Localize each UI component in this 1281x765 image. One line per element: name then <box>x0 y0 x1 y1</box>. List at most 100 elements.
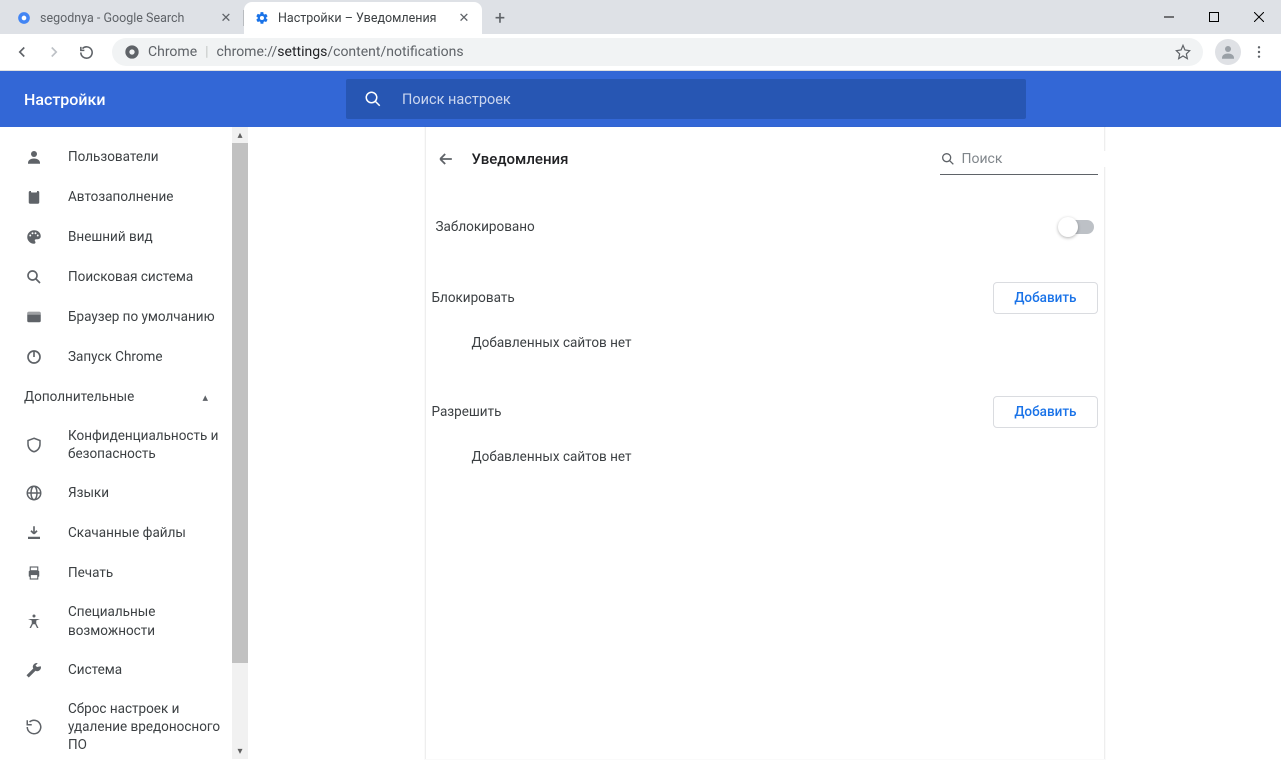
address-bar[interactable]: Chrome | chrome://settings/content/notif… <box>112 38 1203 66</box>
close-icon[interactable]: ✕ <box>218 10 234 26</box>
sidebar-item-autofill[interactable]: Автозаполнение <box>0 177 232 217</box>
sidebar-item-system[interactable]: Система <box>0 650 232 690</box>
sidebar-item-appearance[interactable]: Внешний вид <box>0 217 232 257</box>
tab-title: Настройки – Уведомления <box>278 11 450 26</box>
url-separator: | <box>205 44 208 60</box>
scroll-up-icon[interactable]: ▴ <box>232 127 248 143</box>
main-panel-wrap: Уведомления Заблокировано Блокировать До… <box>248 127 1281 759</box>
google-favicon <box>16 10 32 26</box>
close-window-button[interactable] <box>1236 0 1281 34</box>
sidebar-item-label: Внешний вид <box>68 228 153 246</box>
sidebar-item-startup[interactable]: Запуск Chrome <box>0 337 232 377</box>
block-empty-text: Добавленных сайтов нет <box>432 327 1098 365</box>
sidebar-wrap: Пользователи Автозаполнение Внешний вид … <box>0 127 248 759</box>
blocked-toggle[interactable] <box>1060 220 1094 234</box>
blocked-toggle-row: Заблокировано <box>432 191 1098 251</box>
print-icon <box>24 563 44 583</box>
sidebar-item-label: Пользователи <box>68 148 159 166</box>
sidebar-advanced-label: Дополнительные <box>24 389 134 405</box>
bookmark-star-icon[interactable] <box>1175 44 1191 60</box>
settings-search[interactable] <box>346 79 1026 119</box>
sidebar-item-default-browser[interactable]: Браузер по умолчанию <box>0 297 232 337</box>
chevron-up-icon: ▴ <box>202 391 208 404</box>
settings-panel: Уведомления Заблокировано Блокировать До… <box>425 127 1105 759</box>
panel-header: Уведомления <box>432 127 1098 191</box>
sidebar-scrollbar[interactable]: ▴ ▾ <box>232 127 248 759</box>
block-section-header: Блокировать Добавить <box>432 269 1098 327</box>
sidebar-item-label: Браузер по умолчанию <box>68 308 215 326</box>
chrome-icon <box>124 44 140 60</box>
sidebar-item-label: Автозаполнение <box>68 188 173 206</box>
toggle-knob <box>1058 217 1078 237</box>
panel-filter-input[interactable] <box>962 151 1140 167</box>
globe-icon <box>24 483 44 503</box>
sidebar: Пользователи Автозаполнение Внешний вид … <box>0 127 232 765</box>
search-icon <box>24 267 44 287</box>
tab-inactive[interactable]: segodnya - Google Search ✕ <box>6 2 244 34</box>
sidebar-item-print[interactable]: Печать <box>0 553 232 593</box>
tab-title: segodnya - Google Search <box>40 11 212 26</box>
window-controls <box>1146 0 1281 34</box>
allow-empty-text: Добавленных сайтов нет <box>432 441 1098 479</box>
url-scheme-label: Chrome <box>148 44 197 60</box>
sidebar-item-users[interactable]: Пользователи <box>0 137 232 177</box>
back-button[interactable] <box>8 38 36 66</box>
reload-button[interactable] <box>72 38 100 66</box>
power-icon <box>24 347 44 367</box>
new-tab-button[interactable]: + <box>486 4 514 32</box>
download-icon <box>24 523 44 543</box>
page-title: Настройки <box>24 90 346 109</box>
shield-icon <box>24 435 44 455</box>
sidebar-item-label: Запуск Chrome <box>68 348 163 366</box>
sidebar-item-label: Сброс настроек и удаление вредоносного П… <box>68 700 232 755</box>
panel-title: Уведомления <box>472 150 569 168</box>
minimize-button[interactable] <box>1146 0 1191 34</box>
tab-strip: segodnya - Google Search ✕ Настройки – У… <box>0 0 1281 34</box>
palette-icon <box>24 227 44 247</box>
profile-avatar[interactable] <box>1215 39 1241 65</box>
sidebar-item-label: Система <box>68 661 122 679</box>
close-icon[interactable]: ✕ <box>456 10 472 26</box>
sidebar-item-label: Скачанные файлы <box>68 524 186 542</box>
sidebar-item-search[interactable]: Поисковая система <box>0 257 232 297</box>
block-section-title: Блокировать <box>432 290 515 306</box>
panel-filter[interactable] <box>940 143 1098 175</box>
allow-section-header: Разрешить Добавить <box>432 383 1098 441</box>
kebab-menu-icon[interactable] <box>1245 38 1273 66</box>
settings-header: Настройки <box>0 71 1281 127</box>
panel-back-button[interactable] <box>428 141 464 177</box>
add-allow-button[interactable]: Добавить <box>993 396 1097 428</box>
wrench-icon <box>24 660 44 680</box>
sidebar-item-privacy[interactable]: Конфиденциальность и безопасность <box>0 417 232 473</box>
browser-toolbar: Chrome | chrome://settings/content/notif… <box>0 34 1281 71</box>
settings-search-input[interactable] <box>402 91 1008 108</box>
restore-icon <box>24 717 44 737</box>
sidebar-item-reset[interactable]: Сброс настроек и удаление вредоносного П… <box>0 690 232 765</box>
blocked-label: Заблокировано <box>436 219 535 235</box>
forward-button[interactable] <box>40 38 68 66</box>
settings-favicon <box>254 10 270 26</box>
block-section: Блокировать Добавить Добавленных сайтов … <box>432 269 1098 365</box>
sidebar-item-downloads[interactable]: Скачанные файлы <box>0 513 232 553</box>
sidebar-advanced-toggle[interactable]: Дополнительные ▴ <box>0 377 232 417</box>
person-icon <box>24 147 44 167</box>
sidebar-item-accessibility[interactable]: Специальные возможности <box>0 593 232 649</box>
allow-section: Разрешить Добавить Добавленных сайтов не… <box>432 383 1098 479</box>
sidebar-item-label: Печать <box>68 564 113 582</box>
sidebar-item-label: Специальные возможности <box>68 603 232 639</box>
scrollbar-thumb[interactable] <box>232 143 248 663</box>
add-block-button[interactable]: Добавить <box>993 282 1097 314</box>
scroll-down-icon[interactable]: ▾ <box>232 743 248 759</box>
sidebar-item-label: Конфиденциальность и безопасность <box>68 427 232 463</box>
maximize-button[interactable] <box>1191 0 1236 34</box>
content-area: Пользователи Автозаполнение Внешний вид … <box>0 127 1281 759</box>
sidebar-item-languages[interactable]: Языки <box>0 473 232 513</box>
sidebar-item-label: Языки <box>68 484 109 502</box>
allow-section-title: Разрешить <box>432 404 502 420</box>
search-icon <box>940 151 956 167</box>
clipboard-icon <box>24 187 44 207</box>
tab-active[interactable]: Настройки – Уведомления ✕ <box>244 2 482 34</box>
search-icon <box>364 90 382 108</box>
sidebar-item-label: Поисковая система <box>68 268 193 286</box>
accessibility-icon <box>24 612 44 632</box>
